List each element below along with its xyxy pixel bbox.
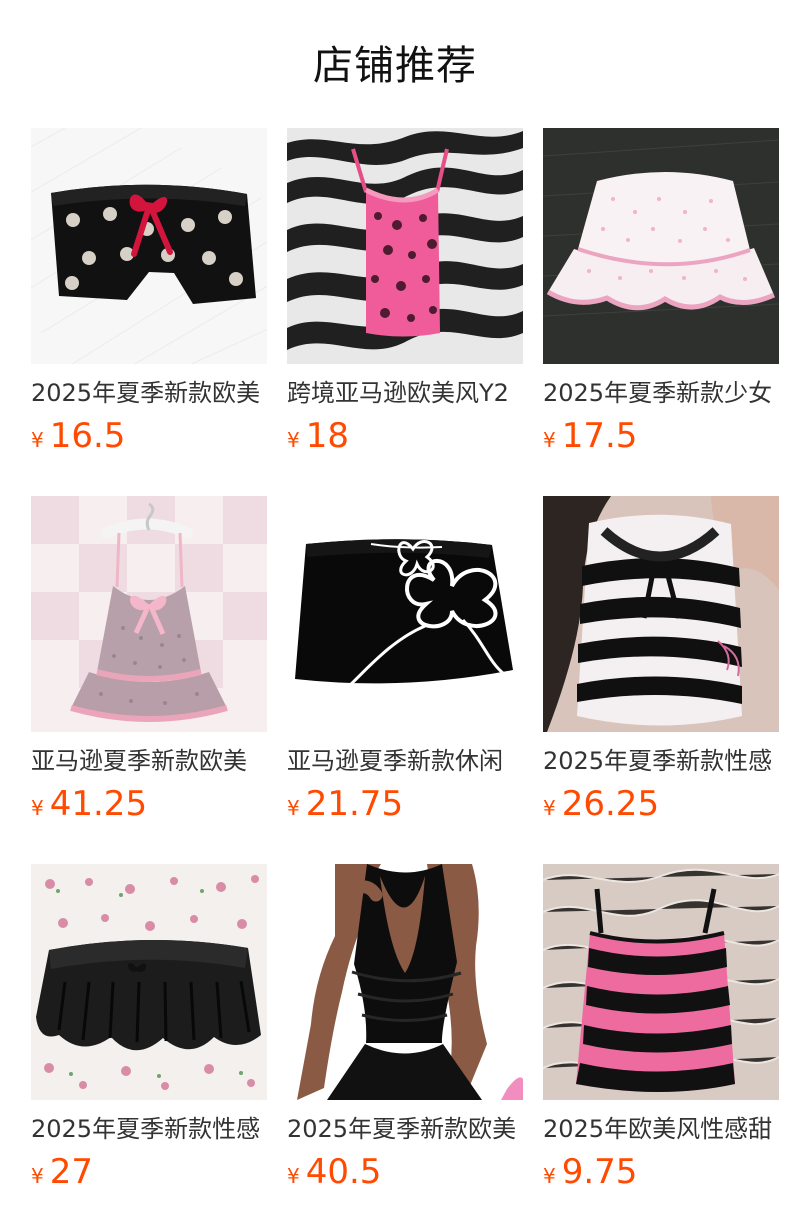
product-title[interactable]: 2025年夏季新款性感 (543, 745, 779, 777)
price-amount: 21.75 (305, 784, 404, 824)
product-card-7[interactable]: 2025年夏季新款性感 ¥27 (31, 864, 267, 1194)
price-amount: 16.5 (49, 416, 126, 456)
striped-lace-top-image[interactable] (543, 496, 779, 732)
product-price: ¥9.75 (543, 1150, 637, 1194)
product-card-5[interactable]: 亚马逊夏季新款休闲 ¥21.75 (287, 496, 523, 826)
black-halter-dress-image[interactable] (287, 864, 523, 1100)
store-recommendations-page: 店铺推荐 2025年夏季新款欧美 ¥ 16.5 跨境亚马逊欧美风Y2 ¥ 18 … (0, 0, 790, 1232)
product-price: ¥27 (31, 1150, 93, 1194)
pink-slip-dress-image[interactable] (31, 496, 267, 732)
product-title[interactable]: 跨境亚马逊欧美风Y2 (287, 377, 523, 409)
product-price: ¥40.5 (287, 1150, 381, 1194)
product-card-6[interactable]: 2025年夏季新款性感 ¥26.25 (543, 496, 779, 826)
leopard-top-image[interactable] (287, 128, 523, 364)
product-price: ¥17.5 (543, 414, 637, 458)
currency-symbol: ¥ (543, 1164, 556, 1188)
price-amount: 41.25 (49, 784, 148, 824)
currency-symbol: ¥ (287, 428, 300, 452)
currency-symbol: ¥ (543, 428, 556, 452)
currency-symbol: ¥ (287, 796, 300, 820)
currency-symbol: ¥ (31, 1164, 44, 1188)
product-title[interactable]: 2025年欧美风性感甜 (543, 1113, 779, 1145)
black-pleated-skort-image[interactable] (31, 864, 267, 1100)
skull-shorts-image[interactable] (31, 128, 267, 364)
product-card-2[interactable]: 跨境亚马逊欧美风Y2 ¥18 (287, 128, 523, 458)
price-amount: 27 (49, 1152, 93, 1192)
currency-symbol: ¥ (287, 1164, 300, 1188)
pink-striped-cami-image[interactable] (543, 864, 779, 1100)
price-amount: 9.75 (561, 1152, 638, 1192)
product-title[interactable]: 2025年夏季新款性感 (31, 1113, 267, 1145)
product-card-8[interactable]: 2025年夏季新款欧美 ¥40.5 (287, 864, 523, 1194)
product-price: ¥41.25 (31, 782, 147, 826)
product-card-1[interactable]: 2025年夏季新款欧美 ¥16.5 (31, 128, 267, 458)
price-amount: 26.25 (561, 784, 660, 824)
black-floral-skirt-image[interactable] (287, 496, 523, 732)
page-title: 店铺推荐 (313, 43, 477, 89)
product-title[interactable]: 2025年夏季新款少女 (543, 377, 779, 409)
product-price: ¥16.5 (31, 414, 125, 458)
ruffle-skirt-image[interactable] (543, 128, 779, 364)
product-card-4[interactable]: 亚马逊夏季新款欧美 ¥41.25 (31, 496, 267, 826)
product-card-9[interactable]: 2025年欧美风性感甜 ¥9.75 (543, 864, 779, 1194)
currency-symbol: ¥ (31, 796, 44, 820)
currency-symbol: ¥ (543, 796, 556, 820)
product-grid: 2025年夏季新款欧美 ¥16.5 跨境亚马逊欧美风Y2 ¥ 18 2025年夏… (31, 128, 790, 1228)
product-title[interactable]: 2025年夏季新款欧美 (287, 1113, 523, 1145)
product-title[interactable]: 2025年夏季新款欧美 (31, 377, 267, 409)
product-price: ¥18 (287, 414, 349, 458)
product-price: ¥21.75 (287, 782, 403, 826)
product-title[interactable]: 亚马逊夏季新款欧美 (31, 745, 267, 777)
price-amount: 17.5 (561, 416, 638, 456)
product-card-3[interactable]: 2025年夏季新款少女 ¥17.5 (543, 128, 779, 458)
price-amount: 18 (305, 416, 349, 456)
product-title[interactable]: 亚马逊夏季新款休闲 (287, 745, 523, 777)
product-price: ¥26.25 (543, 782, 659, 826)
price-amount: 40.5 (305, 1152, 382, 1192)
currency-symbol: ¥ (31, 428, 44, 452)
